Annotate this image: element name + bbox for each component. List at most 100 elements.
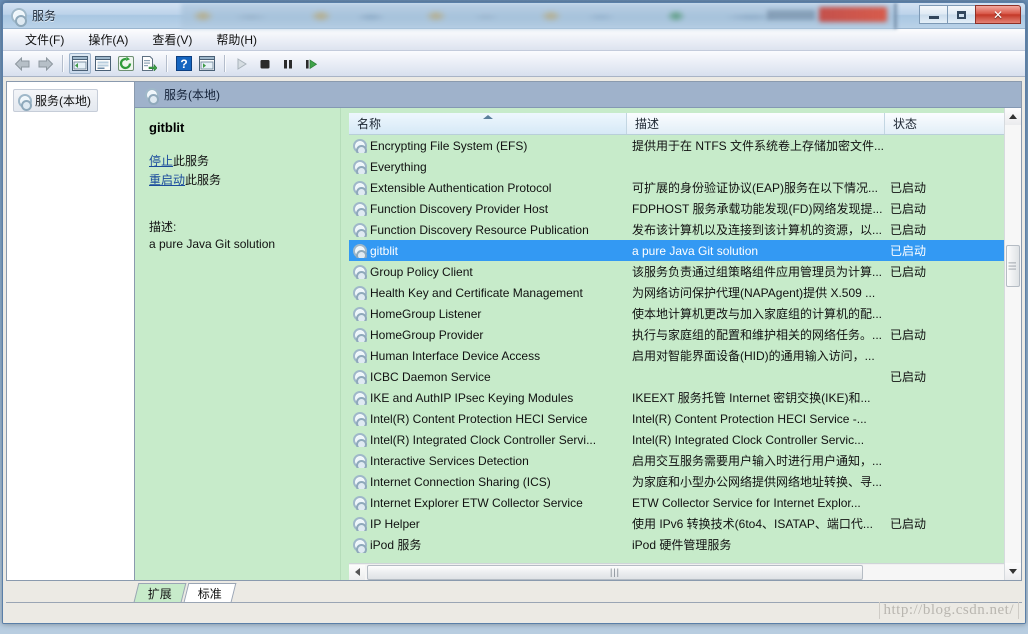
cell-service-name: IKE and AuthIP IPsec Keying Modules <box>349 391 627 405</box>
horizontal-scroll-thumb[interactable]: ||| <box>367 564 863 580</box>
table-row[interactable]: IKE and AuthIP IPsec Keying Modules IKEEX… <box>349 387 1021 408</box>
tree-item-services-local[interactable]: 服务(本地) <box>13 89 98 112</box>
pane-header: 服务(本地) <box>135 82 1021 108</box>
services-gear-icon <box>352 391 367 405</box>
service-name-label: Everything <box>370 159 427 174</box>
cell-service-name: Group Policy Client <box>349 265 627 279</box>
column-header-name[interactable]: 名称 <box>349 113 627 134</box>
restart-service-link[interactable]: 重启动 <box>149 173 185 187</box>
service-name-label: Intel(R) Integrated Clock Controller Ser… <box>370 432 597 447</box>
cell-service-description: ETW Collector Service for Internet Explo… <box>632 495 861 510</box>
tab-extended[interactable]: 扩展 <box>133 583 187 602</box>
refresh-button[interactable] <box>115 53 137 74</box>
show-action-pane-button[interactable] <box>196 53 218 74</box>
vertical-scroll-thumb[interactable]: ||| <box>1006 245 1020 287</box>
scroll-down-button[interactable] <box>1005 563 1021 580</box>
table-row[interactable]: Internet Connection Sharing (ICS) 为家庭和小型办… <box>349 471 1021 492</box>
services-window: 服务 ✕ 文件(F) 操作(A) 查看(V) 帮助(H) ? 服务(本地) 服务… <box>2 2 1026 624</box>
background-window-blur-accent <box>819 7 887 22</box>
menu-help[interactable]: 帮助(H) <box>204 29 269 51</box>
cell-service-name: Internet Explorer ETW Collector Service <box>349 496 627 510</box>
cell-service-description: 该服务负责通过组策略组件应用管理员为计算... <box>632 265 883 279</box>
table-row[interactable]: Interactive Services Detection 启用交互服务需要用户… <box>349 450 1021 471</box>
cell-service-description: 为网络访问保护代理(NAPAgent)提供 X.509 ... <box>632 286 876 300</box>
table-row[interactable]: gitblit a pure Java Git solution 已启动 <box>349 240 1021 261</box>
services-gear-icon <box>352 496 367 510</box>
column-header-description-label: 描述 <box>635 117 660 131</box>
cell-service-status: 已启动 <box>890 328 927 342</box>
column-header-status[interactable]: 状态 <box>885 113 1021 134</box>
service-name-label: HomeGroup Provider <box>370 327 484 342</box>
table-row[interactable]: Human Interface Device Access 启用对智能界面设备(H… <box>349 345 1021 366</box>
table-row[interactable]: Function Discovery Resource Publication 发… <box>349 219 1021 240</box>
table-row[interactable]: ICBC Daemon Service 已启动 <box>349 366 1021 387</box>
restart-service-button[interactable] <box>300 53 322 74</box>
restart-service-icon <box>306 58 318 69</box>
column-header-status-label: 状态 <box>893 117 918 131</box>
stop-service-link[interactable]: 停止 <box>149 154 173 168</box>
table-row[interactable]: Everything <box>349 156 1021 177</box>
properties-button[interactable] <box>92 53 114 74</box>
window-title: 服务 <box>32 9 57 23</box>
vertical-scroll-track[interactable]: ||| <box>1005 125 1021 563</box>
pane-split: gitblit 停止此服务 重启动此服务 描述: a pure Java Git… <box>135 108 1021 580</box>
scroll-up-button[interactable] <box>1005 108 1021 125</box>
menu-file[interactable]: 文件(F) <box>13 29 76 51</box>
tree-item-label: 服务(本地) <box>35 94 91 108</box>
forward-button[interactable] <box>34 53 56 74</box>
services-gear-icon <box>10 7 27 27</box>
help-button[interactable]: ? <box>173 53 195 74</box>
table-row[interactable]: IP Helper 使用 IPv6 转换技术(6to4、ISATAP、端口代...… <box>349 513 1021 534</box>
arrow-left-icon <box>354 568 360 576</box>
cell-service-status: 已启动 <box>890 265 927 279</box>
table-row[interactable]: Extensible Authentication Protocol 可扩展的身份… <box>349 177 1021 198</box>
table-row[interactable]: HomeGroup Listener 使本地计算机更改与加入家庭组的计算机的配..… <box>349 303 1021 324</box>
export-list-button[interactable] <box>138 53 160 74</box>
toolbar-separator-3 <box>224 55 225 72</box>
services-gear-icon <box>352 139 367 153</box>
tab-standard[interactable]: 标准 <box>183 583 237 602</box>
console-tree-pane: 服务(本地) <box>6 81 134 581</box>
service-name-label: Internet Connection Sharing (ICS) <box>370 474 551 489</box>
stop-service-action: 停止此服务 <box>149 153 326 169</box>
minimize-button[interactable] <box>919 5 948 24</box>
back-button[interactable] <box>11 53 33 74</box>
stop-service-button[interactable] <box>254 53 276 74</box>
menu-view[interactable]: 查看(V) <box>140 29 204 51</box>
pause-service-button[interactable] <box>277 53 299 74</box>
cell-service-name: Function Discovery Provider Host <box>349 202 627 216</box>
service-name-label: gitblit <box>370 243 399 258</box>
services-gear-icon <box>352 454 367 468</box>
horizontal-scrollbar[interactable]: ||| <box>349 563 1021 580</box>
column-header-description[interactable]: 描述 <box>627 113 885 134</box>
table-row[interactable]: HomeGroup Provider 执行与家庭组的配置和维护相关的网络任务。..… <box>349 324 1021 345</box>
start-service-button[interactable] <box>231 53 253 74</box>
table-row[interactable]: Internet Explorer ETW Collector Service E… <box>349 492 1021 513</box>
list-rows[interactable]: Encrypting File System (EFS) 提供用于在 NTFS 文… <box>349 135 1021 563</box>
table-row[interactable]: Function Discovery Provider Host FDPHOST … <box>349 198 1021 219</box>
scroll-left-button[interactable] <box>349 564 365 580</box>
table-row[interactable]: iPod 服务 iPod 硬件管理服务 <box>349 534 1021 555</box>
cell-service-description: 执行与家庭组的配置和维护相关的网络任务。... <box>632 328 883 342</box>
close-button[interactable]: ✕ <box>975 5 1021 24</box>
menu-action[interactable]: 操作(A) <box>76 29 140 51</box>
maximize-button[interactable] <box>947 5 976 24</box>
table-row[interactable]: Encrypting File System (EFS) 提供用于在 NTFS 文… <box>349 135 1021 156</box>
table-row[interactable]: Group Policy Client 该服务负责通过组策略组件应用管理员为计算.… <box>349 261 1021 282</box>
horizontal-scroll-track[interactable]: ||| <box>365 564 1005 580</box>
cell-service-status: 已启动 <box>890 202 927 216</box>
arrow-down-icon <box>1009 569 1017 574</box>
table-row[interactable]: Health Key and Certificate Management 为网络… <box>349 282 1021 303</box>
cell-service-description: 为家庭和小型办公网络提供网络地址转换、寻... <box>632 475 883 489</box>
services-gear-icon <box>352 307 367 321</box>
vertical-scrollbar[interactable]: ||| <box>1004 108 1021 580</box>
service-name-label: Function Discovery Resource Publication <box>370 222 589 237</box>
table-row[interactable]: Intel(R) Integrated Clock Controller Ser… <box>349 429 1021 450</box>
services-gear-icon <box>352 370 367 384</box>
cell-service-name: ICBC Daemon Service <box>349 370 627 384</box>
show-hide-tree-button[interactable] <box>69 53 91 74</box>
cell-service-name: IP Helper <box>349 517 627 531</box>
services-gear-icon <box>352 517 367 531</box>
stop-service-icon <box>260 59 270 68</box>
table-row[interactable]: Intel(R) Content Protection HECI Service… <box>349 408 1021 429</box>
